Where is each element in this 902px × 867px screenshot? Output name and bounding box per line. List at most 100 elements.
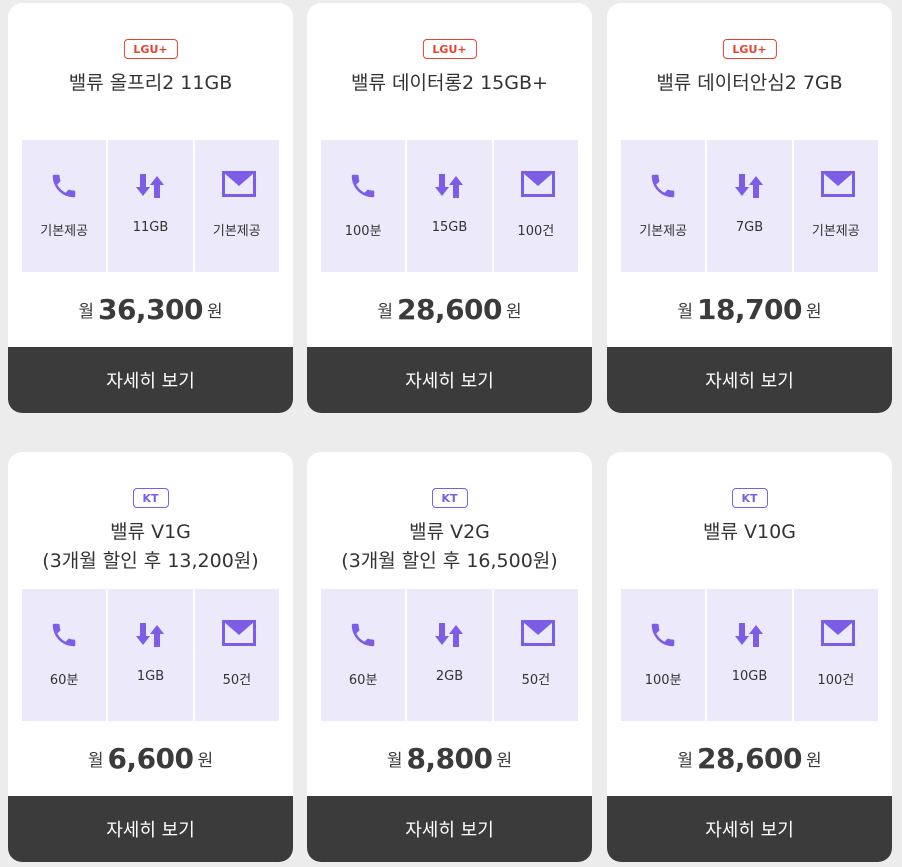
feature-sms: 100건: [793, 589, 878, 721]
call-value: 60분: [49, 673, 79, 688]
feature-data: 1GB: [108, 589, 193, 721]
price-prefix: 월: [677, 751, 693, 771]
feature-data: 10GB: [707, 589, 792, 721]
detail-button[interactable]: 자세히 보기: [307, 347, 592, 413]
price-suffix: 원: [197, 751, 214, 771]
price-prefix: 월: [87, 751, 104, 771]
phone-icon: [348, 620, 378, 650]
call-value: 기본제공: [40, 224, 89, 239]
feature-grid: 100분 15GB 100건: [321, 140, 578, 272]
price-suffix: 원: [806, 751, 822, 771]
carrier-badge: LGU+: [422, 39, 477, 59]
price: 월 18,700 원: [607, 293, 892, 326]
price: 월 36,300 원: [8, 293, 293, 326]
phone-icon: [648, 171, 678, 201]
phone-icon: [348, 171, 378, 201]
mail-icon: [820, 171, 855, 201]
data-value: 11GB: [132, 220, 169, 235]
phone-icon: [49, 620, 79, 650]
data-transfer-icon: [135, 620, 165, 650]
price-amount: 6,600: [107, 742, 194, 775]
call-value: 60분: [348, 673, 378, 688]
feature-sms: 기본제공: [194, 140, 279, 272]
detail-button[interactable]: 자세히 보기: [607, 347, 892, 413]
mail-icon: [520, 620, 555, 650]
price-prefix: 월: [677, 302, 693, 322]
carrier-badge: LGU+: [722, 39, 777, 59]
plan-name: 밸류 V2G (3개월 할인 후 16,500원): [341, 521, 558, 572]
detail-button[interactable]: 자세히 보기: [307, 796, 592, 862]
feature-call: 100분: [621, 589, 706, 721]
mail-icon: [520, 171, 555, 201]
plan-card: KT 밸류 V10G 100분 10GB 100건 월 28,600 원 자세히 보…: [607, 452, 892, 862]
plan-grid: LGU+ 밸류 올프리2 11GB 기본제공 11GB 기본제공 월 36,300…: [0, 0, 902, 867]
price-amount: 36,300: [97, 293, 204, 326]
phone-icon: [648, 620, 678, 650]
carrier-badge: KT: [132, 488, 169, 508]
feature-call: 기본제공: [621, 140, 706, 272]
mail-icon: [221, 171, 256, 201]
carrier-badge: LGU+: [123, 39, 178, 59]
call-value: 100분: [344, 224, 382, 239]
price-suffix: 원: [496, 751, 513, 771]
price-amount: 28,600: [696, 742, 803, 775]
data-value: 1GB: [136, 669, 165, 684]
price-amount: 8,800: [406, 742, 493, 775]
feature-grid: 60분 2GB 50건: [321, 589, 578, 721]
price-suffix: 원: [806, 302, 822, 322]
data-value: 2GB: [435, 669, 464, 684]
plan-name: 밸류 데이터롱2 15GB+: [351, 72, 548, 94]
detail-button[interactable]: 자세히 보기: [8, 796, 293, 862]
plan-card: KT 밸류 V1G (3개월 할인 후 13,200원) 60분 1GB 50건…: [8, 452, 293, 862]
feature-grid: 기본제공 7GB 기본제공: [621, 140, 878, 272]
mail-icon: [221, 620, 256, 650]
plan-card: KT 밸류 V2G (3개월 할인 후 16,500원) 60분 2GB 50건…: [307, 452, 592, 862]
plan-name: 밸류 V1G (3개월 할인 후 13,200원): [42, 521, 259, 572]
feature-call: 기본제공: [22, 140, 107, 272]
data-transfer-icon: [434, 620, 464, 650]
plan-name: 밸류 데이터안심2 7GB: [656, 72, 843, 94]
plan-card: LGU+ 밸류 올프리2 11GB 기본제공 11GB 기본제공 월 36,300…: [8, 3, 293, 413]
feature-grid: 기본제공 11GB 기본제공: [22, 140, 279, 272]
data-transfer-icon: [734, 171, 764, 201]
feature-sms: 50건: [194, 589, 279, 721]
mail-icon: [820, 620, 855, 650]
price: 월 28,600 원: [607, 742, 892, 775]
sms-value: 50건: [222, 673, 252, 688]
feature-call: 60분: [22, 589, 107, 721]
plan-card: LGU+ 밸류 데이터롱2 15GB+ 100분 15GB 100건 월 28,6…: [307, 3, 592, 413]
feature-grid: 60분 1GB 50건: [22, 589, 279, 721]
feature-data: 2GB: [407, 589, 492, 721]
feature-sms: 기본제공: [793, 140, 878, 272]
sms-value: 100건: [517, 224, 555, 239]
detail-button[interactable]: 자세히 보기: [607, 796, 892, 862]
feature-sms: 50건: [493, 589, 578, 721]
price-suffix: 원: [506, 302, 522, 322]
plan-name: 밸류 올프리2 11GB: [68, 72, 233, 94]
data-value: 10GB: [731, 669, 768, 684]
carrier-badge: KT: [431, 488, 468, 508]
price-amount: 28,600: [396, 293, 503, 326]
data-transfer-icon: [734, 620, 764, 650]
feature-grid: 100분 10GB 100건: [621, 589, 878, 721]
detail-button[interactable]: 자세히 보기: [8, 347, 293, 413]
carrier-badge: KT: [731, 488, 768, 508]
plan-name: 밸류 V10G: [703, 521, 796, 543]
price: 월 8,800 원: [307, 742, 592, 775]
price: 월 28,600 원: [307, 293, 592, 326]
sms-value: 기본제공: [212, 224, 261, 239]
feature-call: 60분: [321, 589, 406, 721]
sms-value: 기본제공: [811, 224, 860, 239]
price-prefix: 월: [386, 751, 403, 771]
feature-data: 15GB: [407, 140, 492, 272]
price-prefix: 월: [78, 302, 94, 322]
call-value: 100분: [644, 673, 682, 688]
sms-value: 50건: [521, 673, 551, 688]
sms-value: 100건: [817, 673, 855, 688]
price-prefix: 월: [377, 302, 393, 322]
price: 월 6,600 원: [8, 742, 293, 775]
data-value: 7GB: [735, 220, 764, 235]
data-transfer-icon: [135, 171, 165, 201]
feature-data: 7GB: [707, 140, 792, 272]
price-amount: 18,700: [696, 293, 803, 326]
